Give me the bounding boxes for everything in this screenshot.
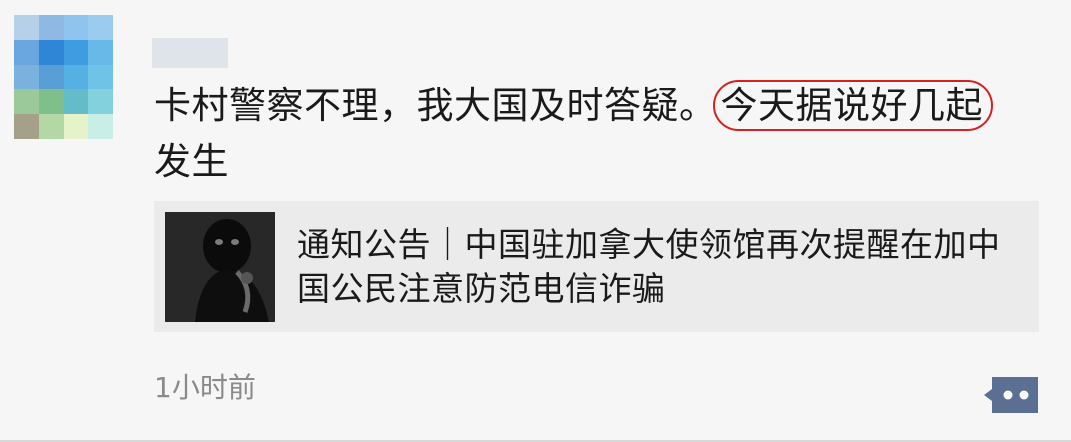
username[interactable] xyxy=(152,38,228,68)
post-text: 卡村警察不理，我大国及时答疑。 今天据说好几起 发生 xyxy=(154,78,1044,190)
highlighted-text: 今天据说好几起 xyxy=(712,80,993,131)
moments-post: 卡村警察不理，我大国及时答疑。 今天据说好几起 发生 通知公告｜中国驻加拿大使领馆… xyxy=(0,0,1071,442)
shared-link-card[interactable]: 通知公告｜中国驻加拿大使领馆再次提醒在加中国公民注意防范电信诈骗 xyxy=(154,201,1039,332)
post-text-tail: 发生 xyxy=(154,140,229,183)
more-dots-icon xyxy=(984,377,1038,413)
avatar[interactable] xyxy=(14,15,138,139)
link-thumbnail xyxy=(165,212,275,322)
post-text-main: 卡村警察不理，我大国及时答疑。 xyxy=(154,84,717,127)
username-text xyxy=(152,38,153,39)
comment-button[interactable] xyxy=(982,375,1040,415)
link-title: 通知公告｜中国驻加拿大使领馆再次提醒在加中国公民注意防范电信诈骗 xyxy=(297,225,1001,308)
masked-caller-image xyxy=(165,212,275,322)
post-timestamp: 1小时前 xyxy=(154,371,256,404)
